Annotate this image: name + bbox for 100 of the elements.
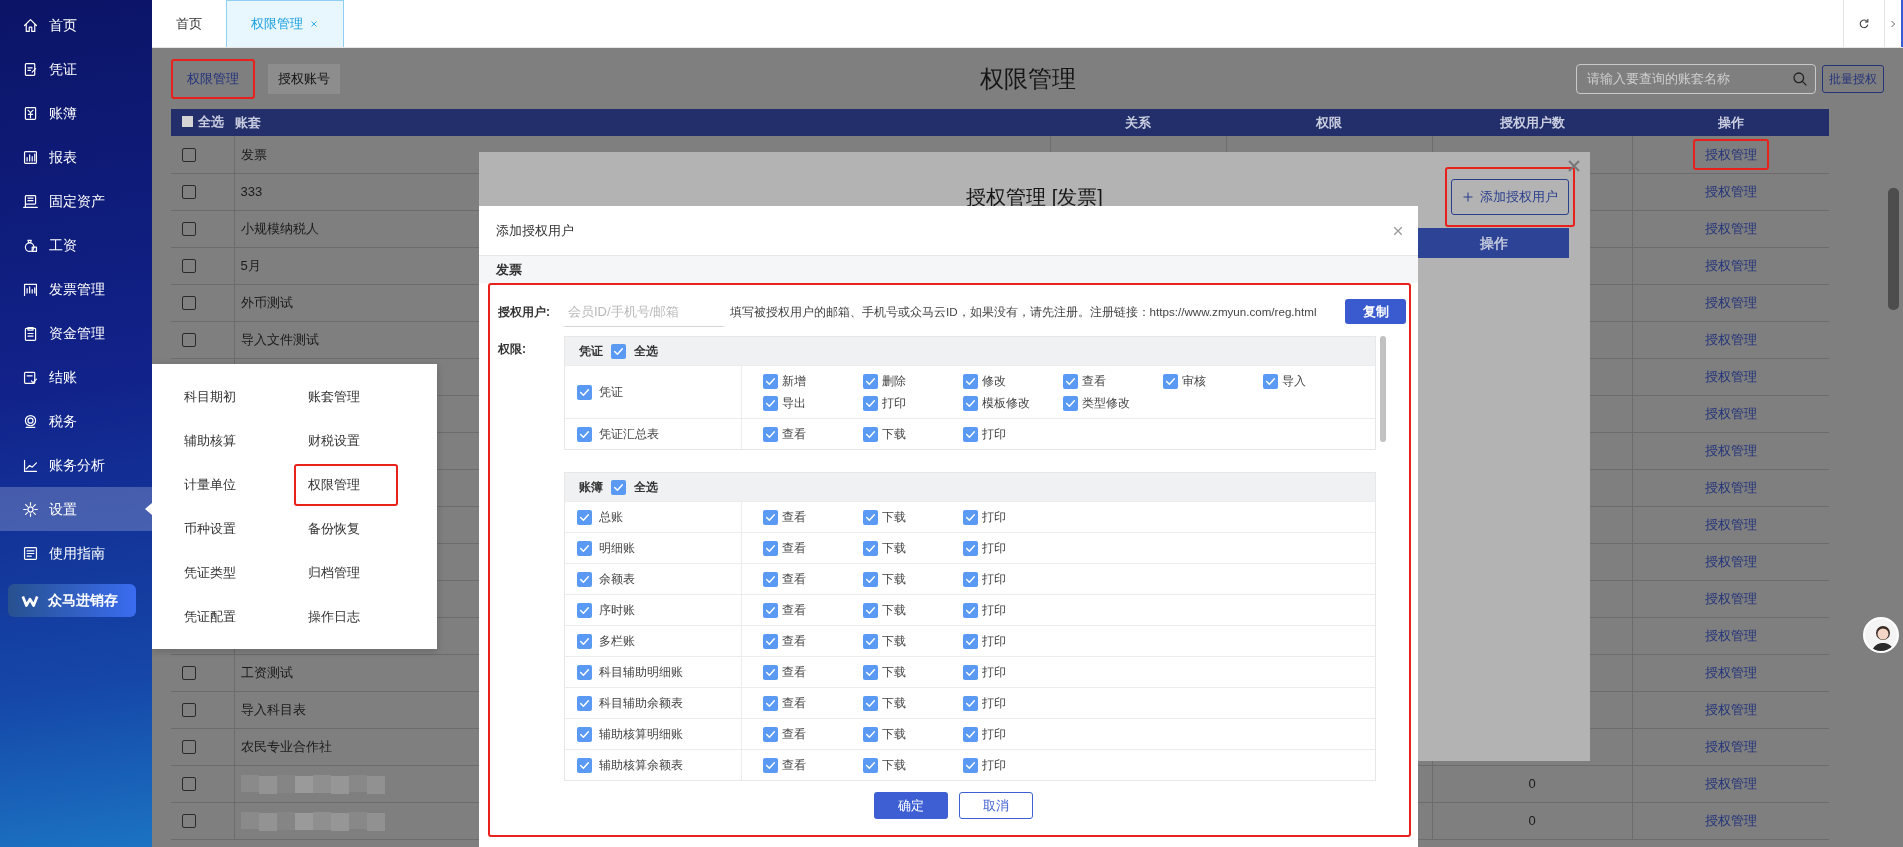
checkbox[interactable] [1263, 373, 1278, 389]
checkbox[interactable] [863, 395, 878, 411]
checkbox[interactable] [863, 695, 878, 711]
sidebar-item[interactable]: 资金管理 [0, 311, 152, 355]
checkbox[interactable] [763, 602, 778, 618]
search-field[interactable]: 请输入要查询的账套名称 [1575, 63, 1816, 94]
close-icon[interactable] [309, 19, 319, 29]
sidebar-item[interactable]: 账务分析 [0, 443, 152, 487]
menu-item[interactable]: 凭证类型 [170, 551, 294, 595]
checkbox[interactable] [763, 509, 778, 525]
checkbox[interactable] [577, 633, 592, 649]
menu-item[interactable]: 归档管理 [294, 551, 418, 595]
checkbox[interactable] [182, 777, 196, 792]
checkbox[interactable] [863, 571, 878, 587]
menu-item[interactable]: 凭证配置 [170, 595, 294, 639]
checkbox[interactable] [182, 222, 196, 237]
checkbox[interactable] [577, 571, 592, 587]
checkbox[interactable] [963, 571, 978, 587]
sidebar-item[interactable]: 首页 [0, 3, 152, 47]
checkbox[interactable] [182, 296, 196, 311]
sidebar-item[interactable]: 结账 [0, 355, 152, 399]
copy-button[interactable]: 复制 [1345, 299, 1406, 324]
checkbox[interactable] [577, 540, 592, 556]
close-icon[interactable] [1392, 224, 1404, 237]
checkbox[interactable] [963, 426, 978, 442]
menu-item[interactable]: 币种设置 [170, 507, 294, 551]
sidebar-item[interactable]: 工资 [0, 223, 152, 267]
checkbox[interactable] [182, 740, 196, 755]
checkbox[interactable] [863, 540, 878, 556]
sidebar-item[interactable]: 使用指南 [0, 531, 152, 575]
checkbox[interactable] [577, 726, 592, 742]
checkbox[interactable] [763, 571, 778, 587]
checkbox[interactable] [182, 814, 196, 829]
checkbox[interactable] [863, 426, 878, 442]
checkbox[interactable] [577, 664, 592, 680]
avatar[interactable] [1863, 617, 1899, 653]
checkbox[interactable] [577, 509, 592, 525]
scrollbar[interactable] [1380, 336, 1386, 442]
checkbox[interactable] [963, 540, 978, 556]
checkbox[interactable] [611, 479, 626, 495]
checkbox[interactable] [763, 395, 778, 411]
app-switch-button[interactable]: 众马进销存 [8, 584, 136, 617]
confirm-button[interactable]: 确定 [874, 792, 948, 819]
checkbox[interactable] [763, 695, 778, 711]
checkbox[interactable] [182, 148, 196, 163]
checkbox[interactable] [763, 633, 778, 649]
sidebar-item[interactable]: 税务 [0, 399, 152, 443]
checkbox[interactable] [577, 384, 592, 400]
menu-item[interactable]: 操作日志 [294, 595, 418, 639]
sidebar-item[interactable]: 报表 [0, 135, 152, 179]
checkbox[interactable] [963, 664, 978, 680]
sidebar-item[interactable]: 固定资产 [0, 179, 152, 223]
sidebar-item[interactable]: 设置 [0, 487, 152, 531]
checkbox[interactable] [611, 343, 626, 359]
checkbox[interactable] [182, 259, 196, 274]
checkbox[interactable] [963, 395, 978, 411]
checkbox[interactable] [763, 664, 778, 680]
menu-item[interactable]: 备份恢复 [294, 507, 418, 551]
checkbox[interactable] [1063, 373, 1078, 389]
menu-item[interactable]: 辅助核算 [170, 419, 294, 463]
checkbox[interactable] [763, 757, 778, 773]
checkbox[interactable] [963, 757, 978, 773]
checkbox[interactable] [863, 602, 878, 618]
checkbox[interactable] [863, 633, 878, 649]
checkbox[interactable] [182, 333, 196, 348]
sidebar-item[interactable]: 凭证 [0, 47, 152, 91]
tab[interactable]: 首页 [152, 0, 226, 47]
close-icon[interactable] [1566, 158, 1582, 174]
checkbox[interactable] [863, 509, 878, 525]
checkbox[interactable] [963, 509, 978, 525]
checkbox[interactable] [863, 373, 878, 389]
checkbox[interactable] [763, 540, 778, 556]
checkbox[interactable] [863, 757, 878, 773]
sub-tab[interactable]: 授权账号 [268, 63, 340, 94]
sidebar-item[interactable]: 发票管理 [0, 267, 152, 311]
cancel-button[interactable]: 取消 [959, 792, 1033, 819]
checkbox[interactable] [1163, 373, 1178, 389]
checkbox[interactable] [1063, 395, 1078, 411]
menu-item[interactable]: 权限管理 [294, 464, 398, 506]
checkbox[interactable] [763, 426, 778, 442]
add-user-button[interactable]: 添加授权用户 [1451, 179, 1569, 215]
checkbox[interactable] [963, 726, 978, 742]
checkbox[interactable] [963, 373, 978, 389]
checkbox[interactable] [863, 726, 878, 742]
sidebar-item[interactable]: 账簿 [0, 91, 152, 135]
checkbox[interactable] [763, 726, 778, 742]
checkbox[interactable] [963, 602, 978, 618]
menu-item[interactable]: 财税设置 [294, 419, 418, 463]
menu-item[interactable]: 账套管理 [294, 375, 418, 419]
checkbox[interactable] [963, 633, 978, 649]
checkbox[interactable] [182, 185, 196, 200]
checkbox[interactable] [577, 426, 592, 442]
checkbox[interactable] [577, 602, 592, 618]
scrollbar[interactable] [1888, 188, 1899, 310]
checkbox[interactable] [182, 666, 196, 681]
checkbox[interactable] [963, 695, 978, 711]
checkbox[interactable] [863, 664, 878, 680]
checkbox[interactable] [181, 116, 193, 128]
checkbox[interactable] [577, 695, 592, 711]
checkbox[interactable] [763, 373, 778, 389]
